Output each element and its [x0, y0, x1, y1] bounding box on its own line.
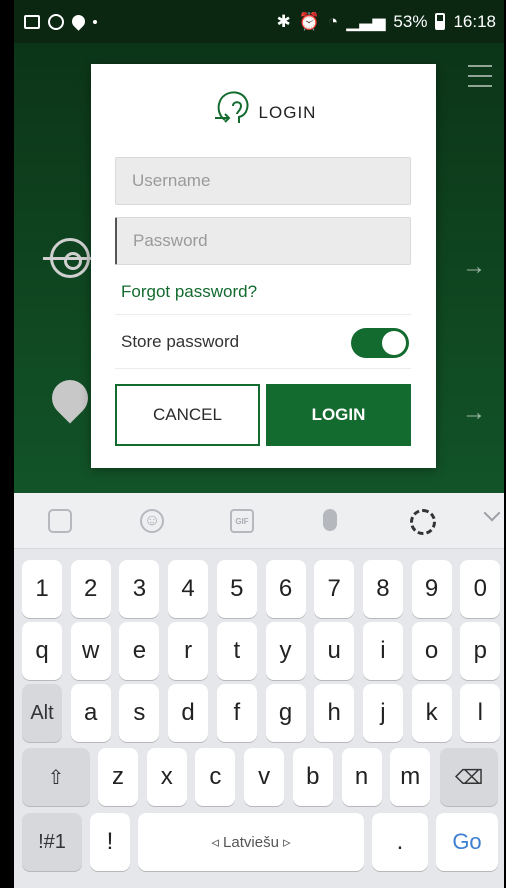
bluetooth-icon: ✱ [276, 11, 291, 31]
status-right-icons: ✱ ⏰ ◔ ▁▃▅ 53% 16:18 [276, 12, 496, 32]
dot-icon [93, 19, 97, 24]
battery-percent: 53% [393, 11, 428, 31]
key-exclaim[interactable]: ! [90, 813, 130, 871]
person-login-icon [214, 91, 249, 123]
toggle-knob [382, 331, 406, 355]
hamburger-icon[interactable] [468, 65, 492, 87]
key-v[interactable]: v [244, 748, 285, 806]
username-field[interactable] [115, 157, 411, 205]
key-f[interactable]: f [216, 684, 257, 742]
key-i[interactable]: i [362, 622, 403, 680]
gallery-icon [24, 14, 40, 29]
key-alt[interactable]: Alt [22, 684, 62, 742]
key-5[interactable]: 5 [216, 560, 257, 618]
key-0[interactable]: 0 [460, 560, 501, 618]
battery-icon [435, 13, 446, 30]
forgot-password-link[interactable]: Forgot password? [121, 282, 257, 302]
arrow-right-icon[interactable]: → [462, 399, 486, 427]
whatsapp-icon [48, 13, 64, 30]
store-password-label: Store password [121, 332, 240, 351]
store-password-toggle[interactable] [351, 328, 409, 358]
key-p[interactable]: p [460, 622, 501, 680]
cancel-button[interactable]: CANCEL [115, 384, 260, 446]
key-symbols[interactable]: !#1 [22, 813, 82, 871]
key-8[interactable]: 8 [362, 560, 403, 618]
key-o[interactable]: o [411, 622, 452, 680]
key-9[interactable]: 9 [411, 560, 452, 618]
key-7[interactable]: 7 [314, 560, 355, 618]
key-r[interactable]: r [168, 622, 209, 680]
status-bar: ✱ ⏰ ◔ ▁▃▅ 53% 16:18 [14, 0, 504, 43]
key-w[interactable]: w [70, 622, 111, 680]
location-icon [69, 12, 88, 31]
dialog-header: LOGIN [91, 86, 436, 132]
sticker-icon[interactable] [48, 509, 72, 533]
key-k[interactable]: k [411, 684, 452, 742]
key-q[interactable]: q [22, 622, 62, 680]
key-s[interactable]: s [119, 684, 160, 742]
key-y[interactable]: y [265, 622, 306, 680]
key-b[interactable]: b [292, 748, 333, 806]
key-shift[interactable]: ⇧ [22, 748, 90, 806]
clock: 16:18 [453, 11, 496, 31]
key-j[interactable]: j [362, 684, 403, 742]
phone-screen: ✱ ⏰ ◔ ▁▃▅ 53% 16:18 → → LOGIN Username F… [14, 0, 504, 888]
divider [115, 368, 411, 369]
emoji-icon[interactable]: ☺ [140, 509, 164, 533]
key-l[interactable]: l [460, 684, 501, 742]
divider [115, 314, 411, 315]
key-e[interactable]: e [119, 622, 160, 680]
map-pin-icon [44, 372, 96, 424]
key-3[interactable]: 3 [119, 560, 160, 618]
alarm-icon: ⏰ [298, 11, 320, 31]
key-n[interactable]: n [341, 748, 382, 806]
gif-icon[interactable]: GIF [230, 509, 254, 533]
key-1[interactable]: 1 [22, 560, 62, 618]
keyboard-toolbar: ☺ GIF [14, 493, 504, 549]
key-go[interactable]: Go [436, 813, 498, 871]
key-g[interactable]: g [265, 684, 306, 742]
key-x[interactable]: x [146, 748, 187, 806]
key-u[interactable]: u [314, 622, 355, 680]
username-input[interactable] [132, 171, 394, 191]
status-left-icons [24, 12, 97, 31]
key-2[interactable]: 2 [70, 560, 111, 618]
collapse-chevron-icon[interactable] [483, 504, 501, 522]
arrow-right-icon[interactable]: → [462, 253, 486, 281]
key-h[interactable]: h [314, 684, 355, 742]
login-dialog: LOGIN Forgot password? Store password CA… [91, 64, 436, 468]
key-backspace[interactable]: ⌫ [440, 748, 498, 806]
key-space[interactable]: ◃ Latviešu ▹ [138, 813, 364, 871]
key-d[interactable]: d [168, 684, 209, 742]
key-a[interactable]: a [70, 684, 111, 742]
key-6[interactable]: 6 [265, 560, 306, 618]
signal-icon: ▁▃▅ [346, 11, 386, 31]
key-m[interactable]: m [390, 748, 431, 806]
password-input[interactable] [133, 231, 394, 251]
key-c[interactable]: c [195, 748, 236, 806]
login-button[interactable]: LOGIN [266, 384, 411, 446]
key-period[interactable]: . [372, 813, 428, 871]
settings-icon[interactable] [410, 509, 436, 535]
password-field[interactable] [115, 217, 411, 265]
wifi-icon: ◔ [327, 11, 339, 31]
key-t[interactable]: t [216, 622, 257, 680]
target-icon [43, 238, 99, 278]
key-4[interactable]: 4 [168, 560, 209, 618]
key-z[interactable]: z [98, 748, 138, 806]
microphone-icon[interactable] [323, 509, 337, 531]
keyboard: ☺ GIF 1 2 3 4 5 6 7 8 9 0 q w e r t y u i o p Alt a s d f g h j k l ⇧ z… [14, 493, 504, 888]
dialog-title: LOGIN [258, 103, 317, 122]
